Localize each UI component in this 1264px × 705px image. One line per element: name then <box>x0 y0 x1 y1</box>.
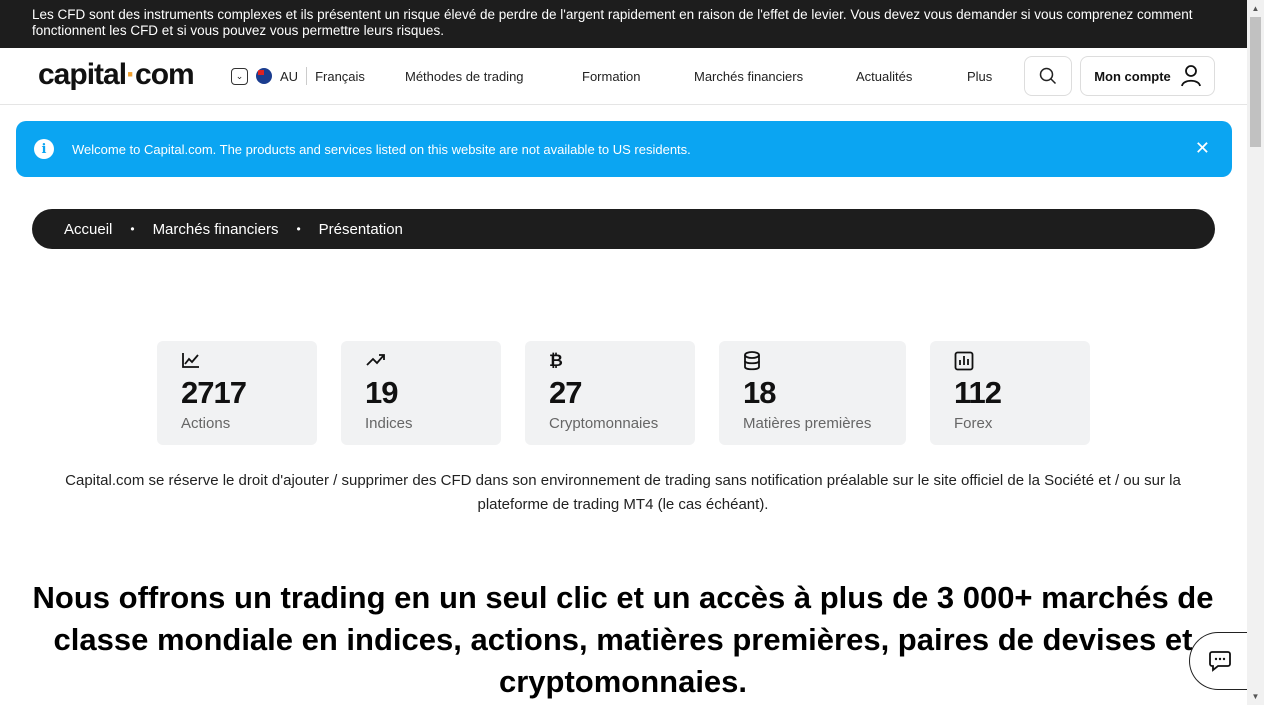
divider <box>306 67 308 85</box>
coins-stack-icon <box>743 351 882 373</box>
nav-news[interactable]: Actualités <box>856 69 912 84</box>
stat-value: 27 <box>549 375 582 410</box>
stat-card-forex[interactable]: 112 Forex <box>930 341 1090 445</box>
page-headline: Nous offrons un trading en un seul clic … <box>32 580 1214 699</box>
user-icon <box>1180 65 1201 87</box>
scroll-up-icon[interactable]: ▲ <box>1247 0 1264 17</box>
search-icon <box>1039 67 1057 85</box>
nav-trading-methods[interactable]: Méthodes de trading <box>405 69 524 84</box>
stat-label: Forex <box>954 415 993 432</box>
stat-value: 19 <box>365 375 398 410</box>
stat-label: Actions <box>181 415 231 432</box>
trending-up-icon <box>365 351 477 373</box>
stat-card-actions[interactable]: 2717 Actions <box>157 341 317 445</box>
stat-label: Matières premières <box>743 415 872 432</box>
stat-value: 2717 <box>181 375 247 410</box>
chat-button[interactable] <box>1189 632 1249 690</box>
info-icon: i <box>34 139 54 159</box>
breadcrumb-separator: • <box>296 222 301 236</box>
stat-value: 18 <box>743 375 776 410</box>
logo-dot: · <box>126 58 136 91</box>
nav-markets[interactable]: Marchés financiers <box>694 69 803 84</box>
stat-card-indices[interactable]: 19 Indices <box>341 341 501 445</box>
bitcoin-icon: ₿ <box>549 351 563 370</box>
bar-chart-icon <box>954 351 1066 373</box>
capital-logo[interactable]: capital·com <box>38 58 195 92</box>
account-button[interactable]: Mon compte <box>1080 56 1215 96</box>
stat-card-crypto[interactable]: ₿ 27 Cryptomonnaies <box>525 341 695 445</box>
breadcrumb-separator: • <box>130 222 135 236</box>
nav-education[interactable]: Formation <box>582 69 641 84</box>
stat-label: Indices <box>365 415 413 432</box>
stat-card-commodities[interactable]: 18 Matières premières <box>719 341 906 445</box>
close-icon[interactable]: ✕ <box>1195 138 1210 159</box>
stat-value: 112 <box>954 375 1002 410</box>
chevron-down-icon[interactable]: ⌄ <box>231 67 248 85</box>
notice-text: Welcome to Capital.com. The products and… <box>72 141 691 157</box>
logo-text-left: capital <box>38 58 127 91</box>
breadcrumb-markets[interactable]: Marchés financiers <box>153 221 279 238</box>
region-selector[interactable]: ⌄ AU Français <box>231 67 365 85</box>
account-label: Mon compte <box>1094 68 1171 84</box>
logo-text-right: com <box>135 58 195 91</box>
cfd-disclaimer: Capital.com se réserve le droit d'ajoute… <box>65 472 1181 513</box>
language-selector[interactable]: Français <box>315 69 365 84</box>
line-chart-icon <box>181 351 293 373</box>
scrollbar-thumb[interactable] <box>1250 17 1261 147</box>
breadcrumb-home[interactable]: Accueil <box>64 221 112 238</box>
australia-flag-icon <box>256 68 272 84</box>
region-code: AU <box>280 68 299 84</box>
breadcrumb-current: Présentation <box>318 220 403 238</box>
chat-icon <box>1208 651 1231 672</box>
risk-warning-text: Les CFD sont des instruments complexes e… <box>32 7 1193 38</box>
search-button[interactable] <box>1024 56 1072 96</box>
stat-label: Cryptomonnaies <box>549 415 659 432</box>
breadcrumb: Accueil • Marchés financiers • Présentat… <box>32 209 1215 249</box>
risk-warning-bar: Les CFD sont des instruments complexes e… <box>0 0 1247 48</box>
scroll-down-icon[interactable]: ▼ <box>1247 688 1264 705</box>
us-residents-notice: i Welcome to Capital.com. The products a… <box>16 121 1232 177</box>
nav-more[interactable]: Plus <box>967 69 992 84</box>
site-header: capital·com ⌄ AU Français Méthodes de tr… <box>0 48 1247 105</box>
page-scrollbar[interactable]: ▲ ▼ <box>1247 0 1264 705</box>
